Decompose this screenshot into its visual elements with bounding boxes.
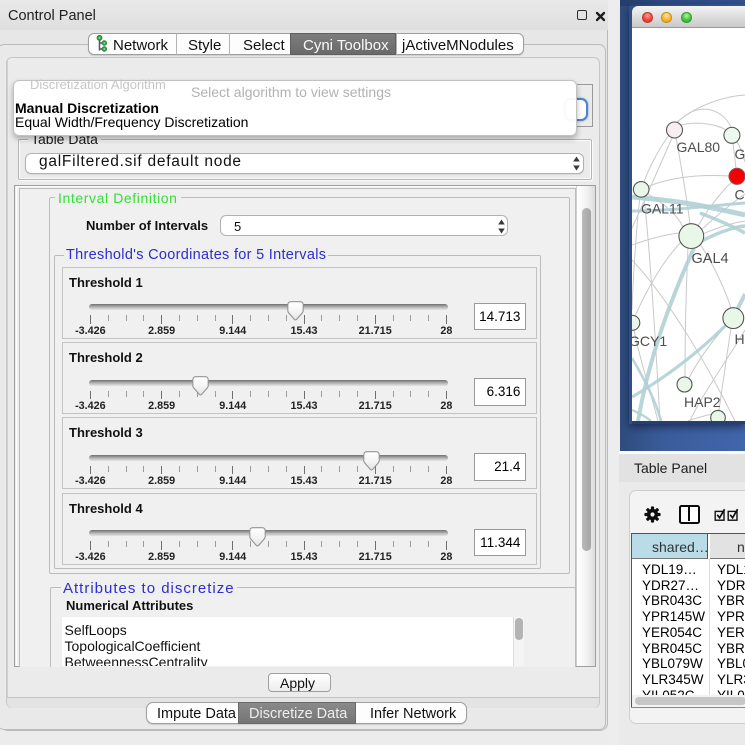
svg-text:HAP2: HAP2 (684, 394, 721, 410)
svg-text:G.: G. (735, 146, 745, 162)
svg-text:C: C (735, 187, 745, 203)
svg-text:GAL11: GAL11 (641, 201, 684, 217)
svg-text:H: H (735, 331, 745, 347)
svg-text:GCY1: GCY1 (632, 333, 667, 349)
svg-text:GAL4: GAL4 (692, 251, 729, 267)
svg-text:GAL80: GAL80 (677, 139, 721, 155)
